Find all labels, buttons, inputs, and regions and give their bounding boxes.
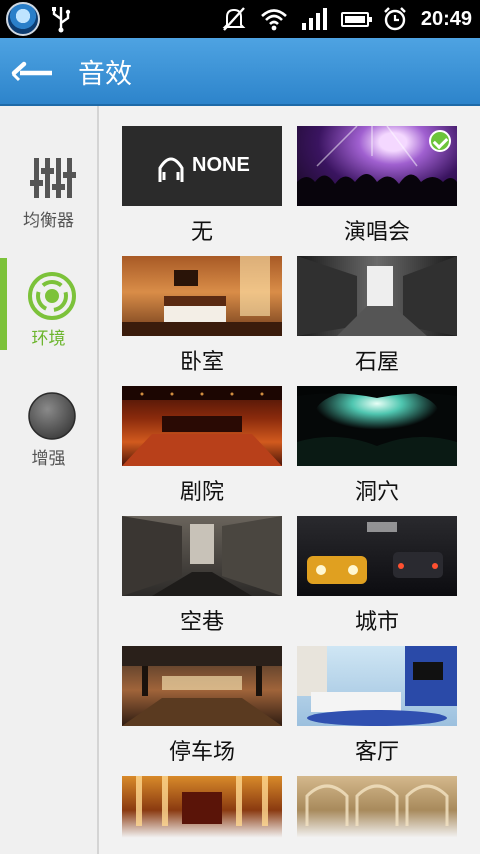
effect-label: 剧院 xyxy=(179,480,224,505)
bedroom-image xyxy=(122,256,282,336)
title-bar: 音效 xyxy=(0,38,480,106)
effect-tile-city[interactable] xyxy=(297,516,457,596)
none-label: NONE xyxy=(192,154,250,176)
surround-icon xyxy=(28,272,76,320)
effect-tile-none[interactable]: NONE xyxy=(122,126,282,206)
effect-tile-empty-alley[interactable] xyxy=(122,516,282,596)
alarm-icon xyxy=(383,7,406,31)
effect-category-nav: 均衡器 环境 增强 xyxy=(0,106,99,854)
effect-label: 卧室 xyxy=(179,350,224,375)
effect-tile-concert[interactable] xyxy=(297,126,457,206)
status-time: 20:49 xyxy=(420,7,472,30)
living-room-image xyxy=(297,646,457,726)
equalizer-icon xyxy=(30,158,76,198)
app-badge-icon xyxy=(6,2,40,36)
effect-tile-cave[interactable] xyxy=(297,386,457,466)
effect-label: 石屋 xyxy=(354,350,399,375)
effect-tile-bedroom[interactable] xyxy=(122,256,282,336)
effect-label: 城市 xyxy=(354,610,399,635)
sidebar-item-label: 增强 xyxy=(31,449,66,469)
back-arrow-icon[interactable] xyxy=(10,52,56,92)
battery-icon xyxy=(340,11,372,27)
effect-tile-hall[interactable] xyxy=(122,776,282,838)
usb-icon xyxy=(52,7,71,33)
sidebar-item-equalizer[interactable]: 均衡器 xyxy=(0,144,97,234)
signal-icon xyxy=(301,8,327,30)
parking-lot-image xyxy=(122,646,282,726)
sidebar-item-label: 均衡器 xyxy=(23,211,74,231)
empty-alley-image xyxy=(122,516,282,596)
mute-icon xyxy=(222,7,246,31)
cave-image xyxy=(297,386,457,466)
effect-label: 洞穴 xyxy=(354,480,399,505)
wifi-icon xyxy=(260,9,287,31)
cathedral-image xyxy=(305,784,449,826)
effect-tile-cathedral[interactable] xyxy=(297,776,457,838)
city-image xyxy=(307,522,443,584)
page-title: 音效 xyxy=(78,59,132,90)
effect-tile-stone-house[interactable] xyxy=(297,256,457,336)
effect-label: 演唱会 xyxy=(343,220,410,245)
stone-house-image xyxy=(297,256,457,336)
hall-image xyxy=(136,776,268,826)
effect-label: 空巷 xyxy=(179,610,224,635)
status-bar: 20:49 xyxy=(0,0,480,38)
sidebar-item-surround[interactable]: 环境 xyxy=(0,258,97,352)
effect-label: 客厅 xyxy=(354,740,399,765)
sidebar-item-enhance[interactable]: 增强 xyxy=(0,382,97,472)
effect-tile-parking-lot[interactable] xyxy=(122,646,282,726)
effect-tile-living-room[interactable] xyxy=(297,646,457,726)
effect-label: 无 xyxy=(190,220,213,245)
sidebar-item-label: 环境 xyxy=(31,329,66,349)
knob-icon xyxy=(28,392,76,440)
effect-label: 停车场 xyxy=(168,740,235,765)
effect-tile-theater[interactable] xyxy=(122,386,282,466)
theater-image xyxy=(122,386,282,466)
selected-check-icon xyxy=(429,130,451,152)
